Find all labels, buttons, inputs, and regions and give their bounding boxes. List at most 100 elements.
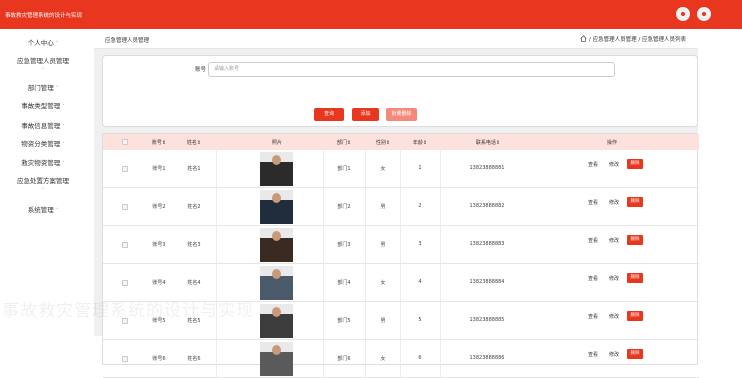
staff-photo: [260, 190, 293, 224]
sidebar-item-label: 应急管理人员管理: [17, 57, 69, 65]
sidebar-item-label: 物资分类管理: [21, 140, 61, 148]
col-gender[interactable]: 性别⇕: [369, 139, 397, 146]
divider: [216, 150, 217, 188]
row-checkbox[interactable]: [122, 280, 128, 286]
table-header: 账号⇕ 姓名⇕ 照片 部门⇕ 性别⇕ 年龄⇕ 联系电话⇕ 操作: [103, 134, 699, 150]
cell-account: 账号3: [152, 242, 166, 248]
chevron-down-icon: ˅: [62, 124, 65, 130]
divider: [323, 226, 324, 264]
delete-button[interactable]: 删除: [627, 273, 643, 283]
chevron-down-icon: ˅: [55, 86, 59, 92]
cell-name: 姓名2: [187, 204, 201, 210]
divider: [440, 340, 441, 378]
cell-gender: 女: [380, 166, 386, 172]
edit-link[interactable]: 修改: [609, 275, 619, 282]
sidebar-item-label: 事故信息管理: [21, 122, 61, 130]
view-link[interactable]: 查看: [588, 275, 598, 282]
top-bar: 事故救灾管理系统的设计与实现: [0, 0, 742, 29]
sidebar-item-emergency-staff[interactable]: 应急管理人员管理 ˅: [0, 57, 86, 76]
view-link[interactable]: 查看: [588, 351, 598, 358]
edit-link[interactable]: 修改: [609, 351, 619, 358]
add-button[interactable]: 添加: [352, 108, 379, 121]
batch-delete-button[interactable]: 批量删除: [386, 108, 417, 121]
divider: [440, 226, 441, 264]
cell-age: 4: [418, 279, 422, 285]
divider: [440, 188, 441, 226]
cell-name: 姓名3: [187, 242, 201, 248]
home-icon[interactable]: [580, 35, 587, 42]
delete-button[interactable]: 删除: [627, 311, 643, 321]
delete-button[interactable]: 删除: [627, 197, 643, 207]
cell-gender: 男: [380, 204, 386, 210]
sidebar-item-label: 个人中心: [27, 39, 54, 47]
sidebar-item-material-category[interactable]: 物资分类管理 ˅: [0, 140, 86, 149]
edit-link[interactable]: 修改: [609, 237, 619, 244]
row-checkbox[interactable]: [122, 166, 128, 172]
row-checkbox[interactable]: [122, 356, 128, 362]
delete-button[interactable]: 删除: [627, 235, 643, 245]
sidebar: 个人中心 ˅ 应急管理人员管理 ˅ 部门管理 ˅ 事故类型管理 ˅ 事故信息管理 …: [0, 29, 86, 336]
cell-dept: 部门6: [337, 356, 351, 362]
sidebar-item-accident-type[interactable]: 事故类型管理 ˅: [0, 102, 86, 111]
sidebar-item-department[interactable]: 部门管理 ˅: [0, 84, 86, 93]
divider: [323, 150, 324, 188]
sidebar-item-accident-info[interactable]: 事故信息管理 ˅: [0, 122, 86, 131]
staff-photo: [260, 342, 293, 376]
sidebar-item-emergency-plan[interactable]: 应急处置方案管理 ˅: [0, 177, 86, 196]
cell-phone: 13823888883: [469, 241, 505, 247]
view-link[interactable]: 查看: [588, 199, 598, 206]
row-checkbox[interactable]: [122, 204, 128, 210]
user-menu-button[interactable]: [697, 7, 711, 21]
chevron-down-icon: ˅: [41, 68, 45, 74]
cell-age: 3: [418, 241, 422, 247]
sidebar-item-personal-center[interactable]: 个人中心 ˅: [0, 39, 86, 48]
breadcrumb-path: / 应急管理人员管理 / 应急管理人员列表: [580, 35, 686, 43]
account-search-input[interactable]: 请输入账号: [208, 62, 615, 77]
cell-phone: 13823888882: [469, 203, 505, 209]
chevron-down-icon: ˅: [55, 208, 59, 214]
divider: [216, 188, 217, 226]
cell-gender: 女: [380, 280, 386, 286]
cell-age: 6: [418, 355, 422, 361]
edit-link[interactable]: 修改: [609, 313, 619, 320]
view-link[interactable]: 查看: [588, 237, 598, 244]
divider: [216, 226, 217, 264]
edit-link[interactable]: 修改: [609, 199, 619, 206]
view-link[interactable]: 查看: [588, 161, 598, 168]
query-button[interactable]: 查询: [314, 108, 344, 121]
table-row: 账号1 姓名1 部门1 女 1 13823888881 查看 修改 删除: [103, 150, 699, 188]
divider: [400, 226, 401, 264]
notification-button[interactable]: [676, 7, 690, 21]
cell-phone: 13823888884: [469, 279, 505, 285]
select-all-checkbox[interactable]: [122, 139, 128, 145]
cell-account: 账号6: [152, 356, 166, 362]
col-phone[interactable]: 联系电话⇕: [463, 139, 513, 146]
staff-photo: [260, 266, 293, 300]
divider: [365, 226, 366, 264]
face-shape: [272, 269, 281, 279]
cell-age: 2: [418, 203, 422, 209]
chevron-down-icon: ˅: [62, 142, 65, 148]
view-link[interactable]: 查看: [588, 313, 598, 320]
edit-link[interactable]: 修改: [609, 161, 619, 168]
sidebar-item-relief-material[interactable]: 救灾物资管理 ˅: [0, 159, 86, 168]
sidebar-item-system[interactable]: 系统管理 ˅: [0, 206, 86, 215]
cell-account: 账号4: [152, 280, 166, 286]
divider: [365, 150, 366, 188]
col-dept[interactable]: 部门⇕: [329, 139, 359, 146]
delete-button[interactable]: 删除: [627, 349, 643, 359]
delete-button[interactable]: 删除: [627, 159, 643, 169]
staff-photo: [260, 228, 293, 262]
divider: [400, 340, 401, 378]
dot-icon: [681, 12, 685, 16]
divider: [323, 188, 324, 226]
col-name[interactable]: 姓名⇕: [180, 139, 208, 146]
col-age[interactable]: 年龄⇕: [406, 139, 434, 146]
breadcrumb-text[interactable]: / 应急管理人员管理 / 应急管理人员列表: [589, 37, 686, 43]
sidebar-item-label: 应急处置方案管理: [17, 177, 69, 185]
chevron-down-icon: ˅: [62, 104, 65, 110]
row-checkbox[interactable]: [122, 242, 128, 248]
cell-account: 账号2: [152, 204, 166, 210]
table-row: 账号6 姓名6 部门6 女 6 13823888886 查看 修改 删除: [103, 340, 699, 378]
col-account[interactable]: 账号⇕: [145, 139, 173, 146]
